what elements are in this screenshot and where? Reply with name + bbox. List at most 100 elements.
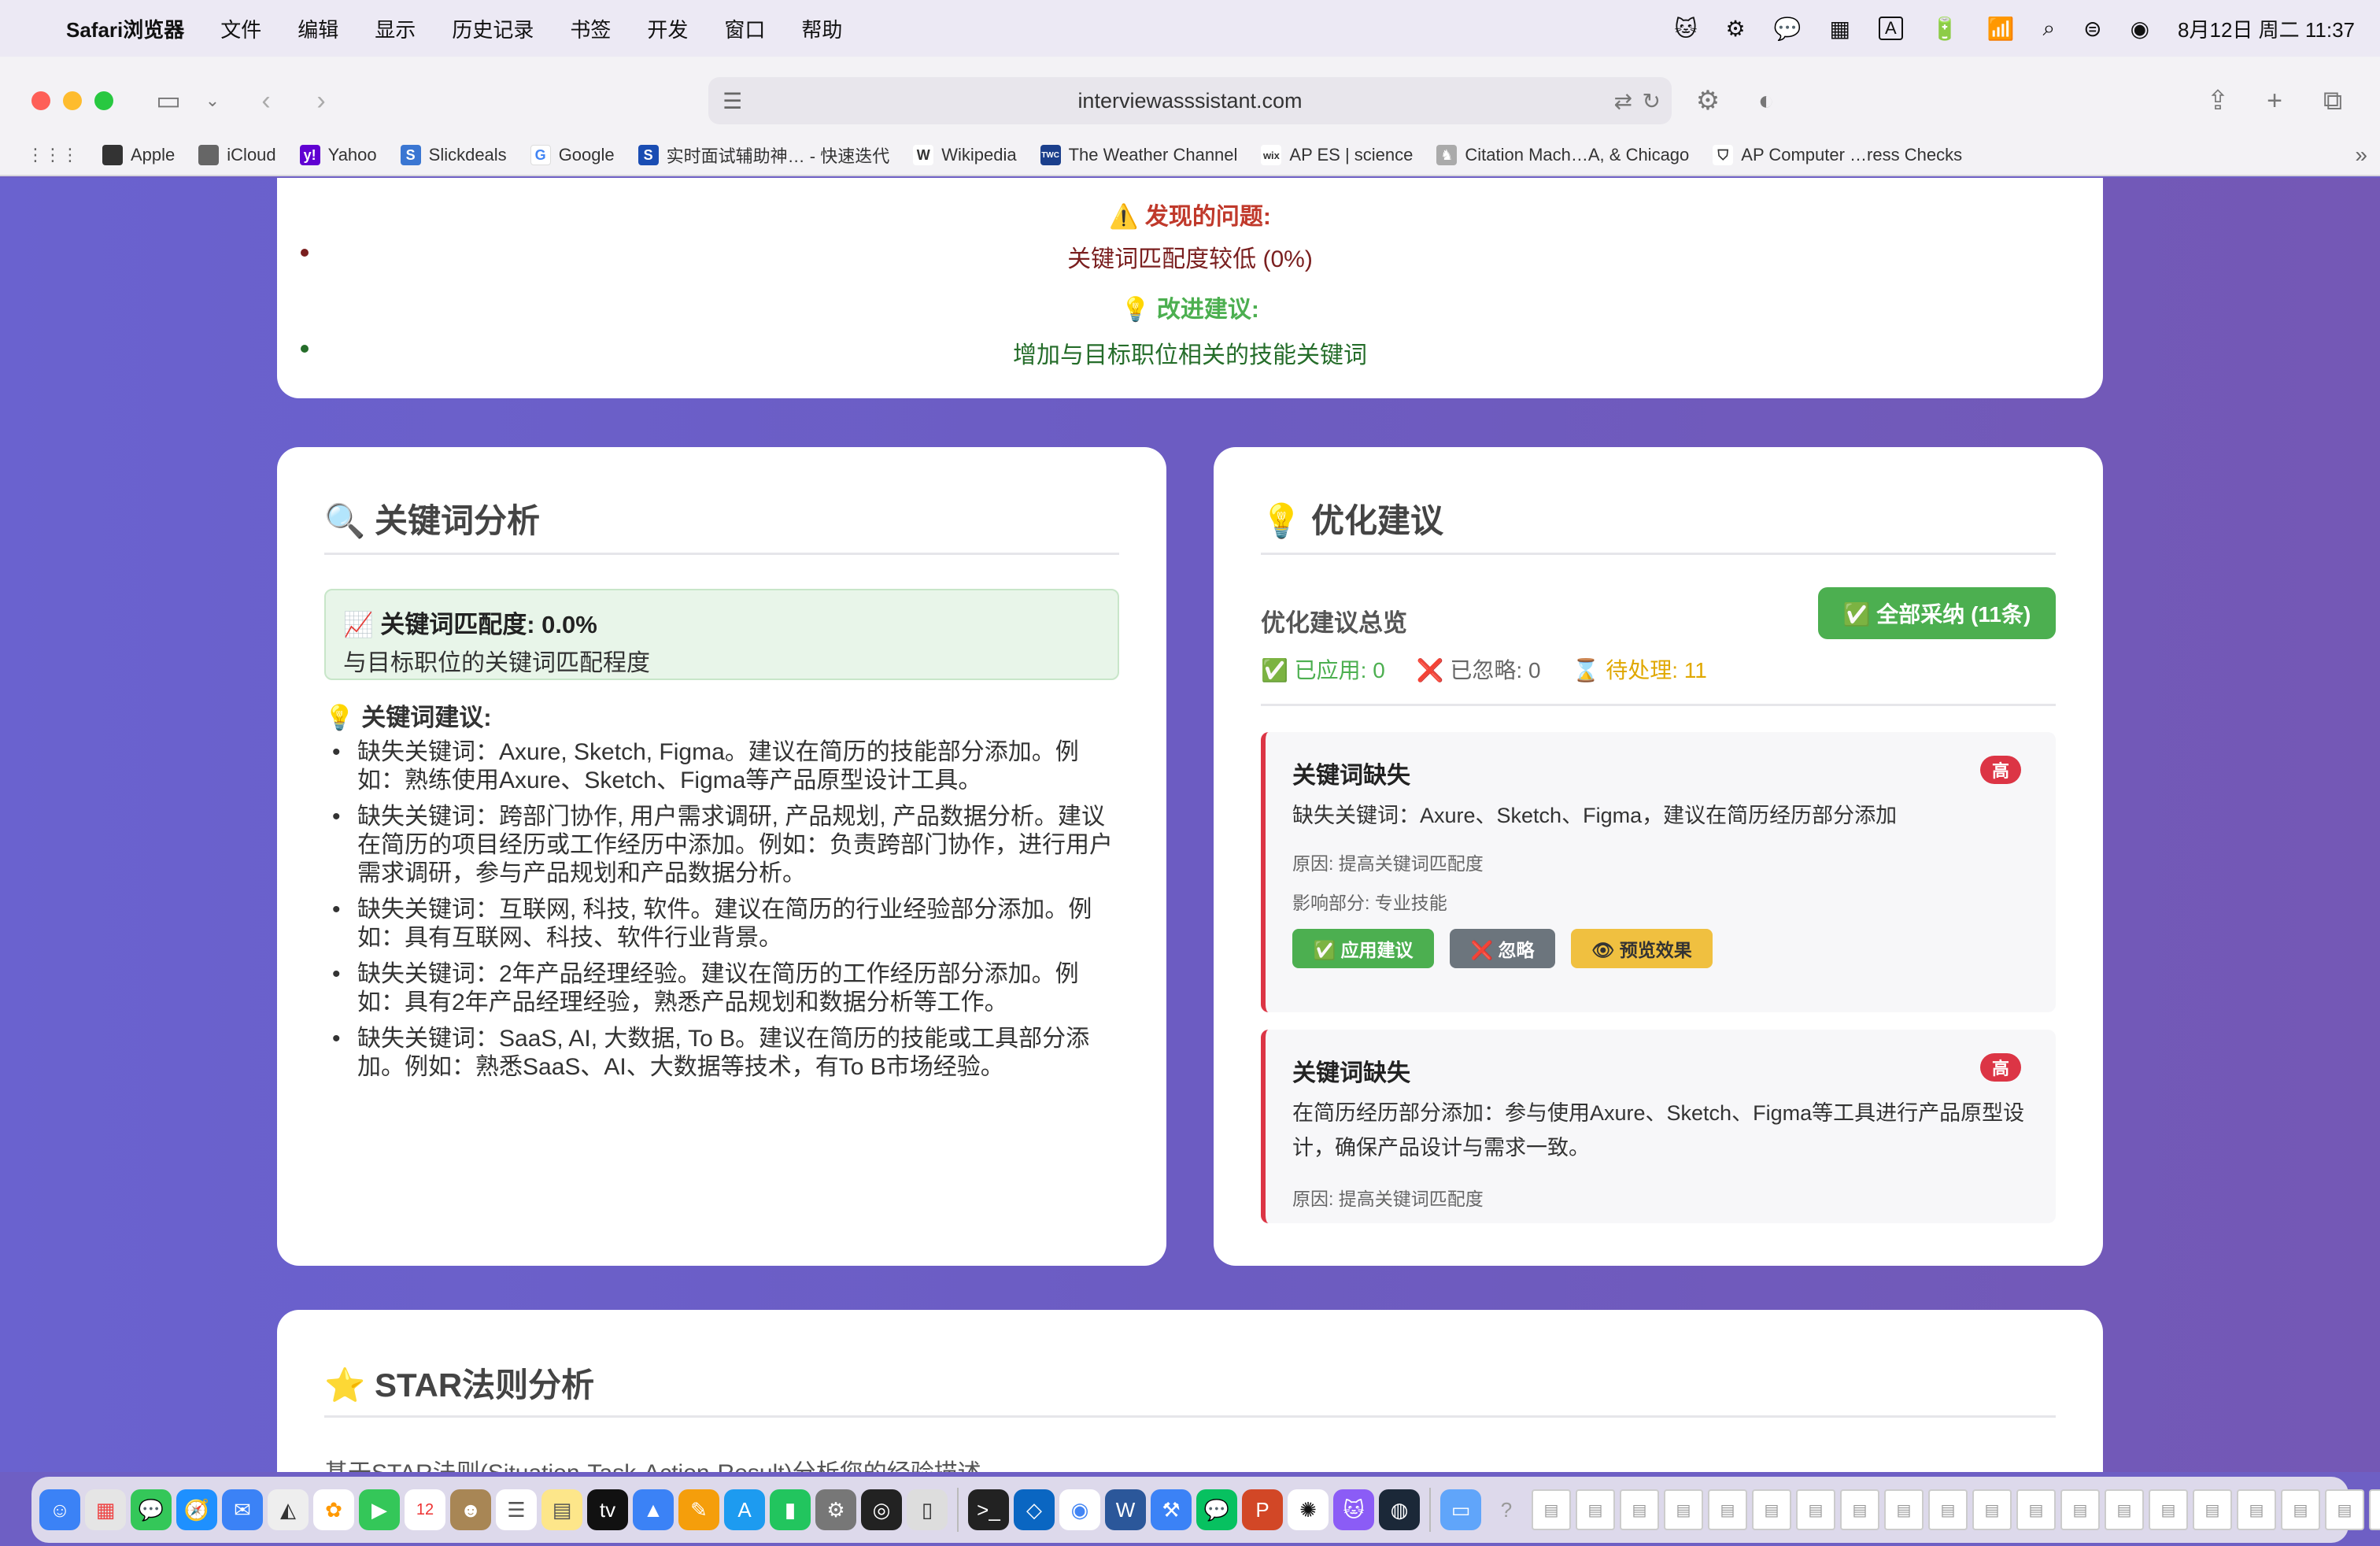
document-icon[interactable]: ▤ [1708,1489,1747,1530]
document-icon[interactable]: ▤ [1620,1489,1659,1530]
numbers-icon[interactable]: ▮ [770,1489,811,1530]
bookmark-ap-computer[interactable]: ⛉ AP Computer …ress Checks [1713,145,1962,165]
photos-icon[interactable]: ✿ [313,1489,354,1530]
powerpoint-icon[interactable]: P [1242,1489,1283,1530]
bookmark-icloud[interactable]: iCloud [198,145,276,165]
document-icon[interactable]: ▤ [1972,1489,2012,1530]
chevron-down-icon[interactable]: ⌄ [194,82,231,120]
activity-monitor-icon[interactable]: ◎ [861,1489,902,1530]
preview-button[interactable]: 👁 预览效果 [1571,929,1713,968]
document-icon[interactable]: ▤ [1884,1489,1924,1530]
minimize-window-button[interactable] [63,91,82,110]
document-icon[interactable]: ▤ [2193,1489,2232,1530]
terminal-icon[interactable]: >_ [968,1489,1009,1530]
input-source-icon[interactable]: A [1879,17,1903,40]
tv-icon[interactable]: tv [587,1489,628,1530]
mail-icon[interactable]: ✉ [222,1489,263,1530]
messages-icon[interactable]: 💬 [131,1489,172,1530]
accept-all-button[interactable]: ✅ 全部采纳 (11条) [1818,587,2056,639]
document-icon[interactable]: ▤ [2281,1489,2320,1530]
tab-overview-icon[interactable]: ⧉ [2314,82,2352,120]
word-icon[interactable]: W [1105,1489,1146,1530]
cat-status-icon[interactable]: 🐱 [1674,16,1697,42]
page-menu-icon[interactable]: ☰ [722,88,742,114]
iphone-mirroring-icon[interactable]: ▯ [907,1489,948,1530]
bookmarks-overflow-icon[interactable]: » [2355,142,2367,168]
apply-suggestion-button[interactable]: ✅ 应用建议 [1292,929,1434,968]
address-bar[interactable]: ☰ interviewasssistant.com ⇄ ↻ [708,77,1672,124]
steam-icon[interactable]: ◍ [1379,1489,1420,1530]
document-icon[interactable]: ▤ [1752,1489,1791,1530]
openai-status-icon[interactable]: ⚙ [1726,16,1746,42]
chrome-icon[interactable]: ◉ [1059,1489,1100,1530]
chatgpt-icon[interactable]: ✺ [1288,1489,1329,1530]
document-icon[interactable]: ▤ [2016,1489,2056,1530]
back-icon[interactable]: ‹ [247,82,285,120]
bookmark-weather[interactable]: TWC The Weather Channel [1040,145,1237,165]
finder-icon[interactable]: ☺ [39,1489,80,1530]
keynote-icon[interactable]: ▲ [633,1489,674,1530]
wechat-icon[interactable]: 💬 [1196,1489,1237,1530]
bookmark-interview-assistant[interactable]: S 实时面试辅助神… - 快速迭代 [638,142,889,168]
bookmark-google[interactable]: G Google [530,145,615,165]
document-icon[interactable]: ▤ [2237,1489,2276,1530]
settings-gear-icon[interactable]: ⚙ [1689,82,1727,120]
new-tab-icon[interactable]: + [2256,82,2293,120]
bookmark-yahoo[interactable]: y! Yahoo [299,145,377,165]
keyboard-status-icon[interactable]: ▦ [1830,16,1850,42]
wechat-status-icon[interactable]: 💬 [1774,16,1802,42]
launchpad-icon[interactable]: ▦ [85,1489,126,1530]
menu-develop[interactable]: 开发 [647,14,688,43]
system-settings-icon[interactable]: ⚙ [815,1489,856,1530]
bookmark-citation[interactable]: ♞ Citation Mach…A, & Chicago [1436,145,1689,165]
menubar-clock[interactable]: 8月12日 周二 11:37 [2178,14,2355,43]
spotlight-search-icon[interactable]: ⌕ [2042,16,2055,42]
menu-view[interactable]: 显示 [375,14,416,43]
unknown-app-icon[interactable]: ? [1486,1489,1527,1530]
menu-file[interactable]: 文件 [220,14,261,43]
privacy-shield-icon[interactable]: ◐ [1747,82,1785,120]
vscode-icon[interactable]: ◇ [1014,1489,1055,1530]
reload-icon[interactable]: ↻ [1643,88,1661,114]
ignore-button[interactable]: ❌ 忽略 [1450,929,1555,968]
document-icon[interactable]: ▤ [1840,1489,1879,1530]
bookmarks-grid-icon[interactable]: ⋮⋮⋮ [27,145,79,165]
bookmark-apple[interactable]: Apple [102,145,175,165]
maps-icon[interactable]: ◭ [268,1489,309,1530]
zoom-window-button[interactable] [94,91,113,110]
document-icon[interactable]: ▤ [1664,1489,1703,1530]
contacts-icon[interactable]: ☻ [450,1489,491,1530]
app-store-icon[interactable]: A [724,1489,765,1530]
facetime-icon[interactable]: ▶ [359,1489,400,1530]
document-icon[interactable]: ▤ [1532,1489,1571,1530]
menu-bookmarks[interactable]: 书签 [570,14,611,43]
notes-icon[interactable]: ▤ [541,1489,582,1530]
close-window-button[interactable] [31,91,50,110]
sidebar-toggle-icon[interactable]: ▭ [150,82,187,120]
document-icon[interactable]: ▤ [2325,1489,2364,1530]
menu-app-name[interactable]: Safari浏览器 [66,14,184,43]
document-icon[interactable]: ▤ [1928,1489,1968,1530]
menu-edit[interactable]: 编辑 [298,14,338,43]
share-icon[interactable]: ⇪ [2199,82,2237,120]
menu-help[interactable]: 帮助 [801,14,842,43]
translate-icon[interactable]: ⇄ [1614,88,1632,114]
pages-icon[interactable]: ✎ [678,1489,719,1530]
control-center-icon[interactable]: ⊜ [2083,16,2101,42]
folder-icon[interactable]: ▭ [1440,1489,1481,1530]
bookmark-ap-es[interactable]: wix AP ES | science [1261,145,1413,165]
bookmark-slickdeals[interactable]: S Slickdeals [400,145,507,165]
battery-icon[interactable]: 🔋 [1931,16,1959,42]
bookmark-wikipedia[interactable]: W Wikipedia [913,145,1017,165]
cat-app-icon[interactable]: 🐱 [1333,1489,1374,1530]
forward-icon[interactable]: › [302,82,340,120]
xcode-icon[interactable]: ⚒ [1151,1489,1192,1530]
reminders-icon[interactable]: ☰ [496,1489,537,1530]
document-icon[interactable]: ▤ [1796,1489,1835,1530]
document-icon[interactable]: ▤ [1576,1489,1615,1530]
wifi-icon[interactable]: 📶 [1987,16,2015,42]
document-icon[interactable]: ▤ [2105,1489,2144,1530]
document-icon[interactable]: ▤ [2060,1489,2100,1530]
menu-history[interactable]: 历史记录 [452,14,534,43]
calendar-icon[interactable]: 12 [405,1489,445,1530]
